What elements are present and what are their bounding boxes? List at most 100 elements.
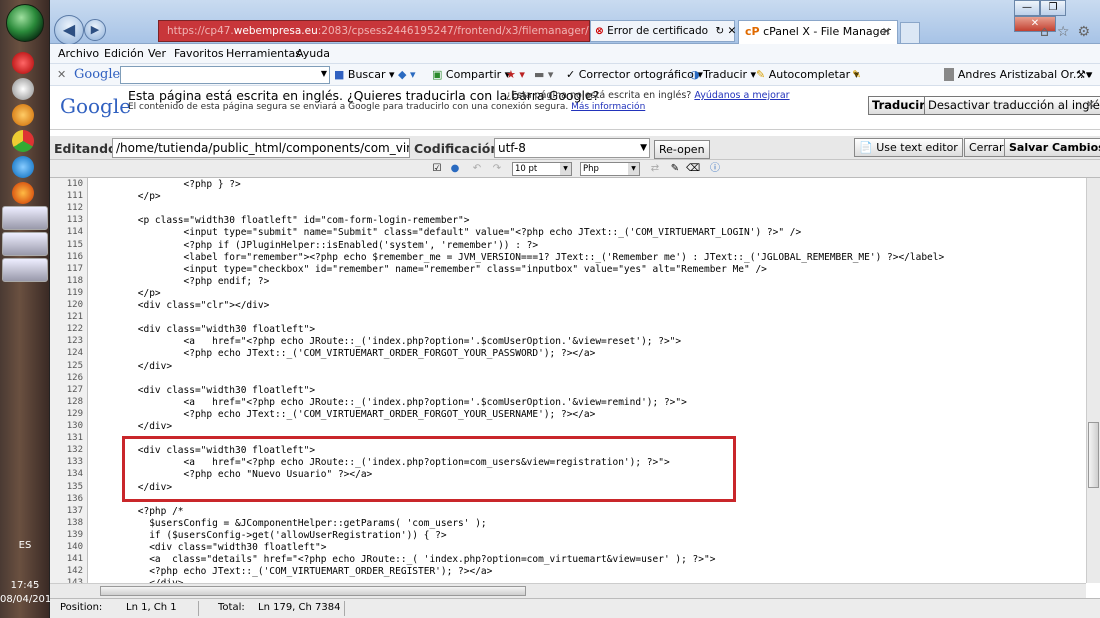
- cert-error-icon: ⊗: [595, 25, 604, 37]
- maximize-button[interactable]: ❐: [1040, 0, 1066, 16]
- line-number: 114: [66, 227, 83, 238]
- help-improve-link[interactable]: Ayúdanos a mejorar: [694, 90, 789, 101]
- share-button[interactable]: ▣ Compartir ▾: [432, 68, 510, 81]
- vertical-scroll-thumb[interactable]: [1088, 422, 1099, 488]
- horizontal-scrollbar[interactable]: [50, 583, 1086, 598]
- total-label: Total:: [218, 602, 245, 613]
- google-search-input[interactable]: ▼: [120, 66, 330, 84]
- certificate-error[interactable]: ⊗ Error de certificado ↻ ✕: [590, 20, 737, 42]
- taskbar-window-folder[interactable]: [2, 258, 48, 282]
- secure-note-text: El contenido de esta página segura se en…: [128, 102, 569, 112]
- status-divider: [198, 601, 199, 616]
- translate-bar-close-icon[interactable]: ✕: [1086, 98, 1095, 111]
- language-indicator[interactable]: ES: [0, 540, 50, 551]
- minimize-button[interactable]: —: [1014, 0, 1040, 16]
- new-tab-button[interactable]: [900, 22, 920, 44]
- file-path-field[interactable]: /home/tutienda/public_html/components/co…: [112, 138, 410, 158]
- goto-icon[interactable]: ●: [448, 162, 462, 175]
- back-button[interactable]: ◀: [54, 15, 84, 45]
- use-text-editor-button[interactable]: 📄 Use text editor: [854, 138, 963, 157]
- user-account-button[interactable]: ■ Andres Aristizabal Or... ▾: [944, 68, 1092, 81]
- taskbar-window-explorer[interactable]: [2, 232, 48, 256]
- taskbar-window-ie[interactable]: [2, 206, 48, 230]
- translate-page-button[interactable]: Traducir: [868, 96, 929, 115]
- line-number: 120: [66, 300, 83, 310]
- line-number: 117: [66, 263, 83, 274]
- code-line: <?php echo JText::_('COM_VIRTUEMART_ORDE…: [92, 348, 596, 360]
- menu-favoritos[interactable]: Favoritos: [174, 47, 224, 60]
- menu-ayuda[interactable]: Ayuda: [296, 47, 330, 60]
- line-number: 122: [66, 324, 83, 335]
- app-icon-red[interactable]: [12, 52, 34, 74]
- home-icon[interactable]: ⌂: [1040, 24, 1057, 40]
- status-bar: Position: Ln 1, Ch 1 Total: Ln 179, Ch 7…: [50, 598, 1100, 618]
- translate-label: Traducir: [703, 68, 748, 81]
- favorites-icon[interactable]: ☆: [1057, 24, 1078, 40]
- google-logo: Google: [74, 67, 121, 82]
- toolbar-close-icon[interactable]: ✕: [57, 68, 66, 81]
- horizontal-scroll-thumb[interactable]: [100, 586, 526, 596]
- code-line: <?php echo JText::_('COM_VIRTUEMART_ORDE…: [92, 566, 493, 578]
- refresh-icon[interactable]: ↻: [715, 25, 724, 37]
- menu-herramientas[interactable]: Herramientas: [226, 47, 301, 60]
- menu-ver[interactable]: Ver: [148, 47, 166, 60]
- bookmarks-icon[interactable]: ★ ▾: [506, 68, 525, 81]
- close-editor-button[interactable]: Cerrar: [964, 138, 1009, 157]
- save-changes-button[interactable]: Salvar Cambios: [1004, 138, 1100, 157]
- disable-translation-button[interactable]: Desactivar traducción al inglés: [924, 96, 1100, 115]
- find-icon[interactable]: ☑: [430, 162, 444, 175]
- app-icon-clock[interactable]: [12, 78, 34, 100]
- redo-icon[interactable]: ↷: [490, 162, 504, 175]
- dropdown-arrow-icon: ▼: [640, 143, 647, 153]
- firefox-icon[interactable]: [12, 182, 34, 204]
- app-icon-orange[interactable]: [12, 104, 34, 126]
- position-label: Position:: [60, 602, 103, 613]
- spellcheck-button[interactable]: ✓ Corrector ortográfico ▾: [566, 68, 703, 81]
- autocomplete-icon[interactable]: ✎: [668, 162, 682, 175]
- code-line: <p class="width30 floatleft" id="com-for…: [92, 215, 470, 227]
- tools-icon[interactable]: ⚙: [1077, 24, 1098, 40]
- stop-icon[interactable]: ✕: [728, 25, 737, 37]
- line-number: 110: [66, 179, 83, 189]
- help-icon[interactable]: ⓘ: [708, 162, 722, 175]
- pagerank-icon[interactable]: ▬ ▾: [534, 68, 553, 81]
- dropdown-arrow-icon: ▼: [560, 163, 571, 175]
- not-english-note: ¿Esta página no está escrita en inglés? …: [506, 90, 790, 101]
- wrench-icon[interactable]: ⚒▾: [1076, 68, 1091, 81]
- editor-header-bar: Editando: /home/tutienda/public_html/com…: [50, 136, 1100, 160]
- translate-button[interactable]: ◑ Traducir ▾: [690, 68, 756, 81]
- ie-icon[interactable]: [12, 156, 34, 178]
- autofill-label: Autocompletar: [768, 68, 851, 81]
- menu-archivo[interactable]: Archivo: [58, 47, 99, 60]
- tab-close-icon[interactable]: ✕: [882, 21, 891, 43]
- reset-icon[interactable]: ⌫: [686, 162, 700, 175]
- more-info-link[interactable]: Más información: [571, 102, 645, 112]
- forward-button[interactable]: ▶: [84, 19, 106, 41]
- search-button[interactable]: ■ Buscar ▾: [334, 68, 395, 81]
- autofill-button[interactable]: ✎ Autocompletar ▾: [756, 68, 859, 81]
- puzzle-icon[interactable]: ◆ ▾: [398, 68, 415, 81]
- font-size-select[interactable]: 10 pt ▼: [512, 162, 572, 176]
- share-label: Compartir: [445, 68, 502, 81]
- code-line: if ($usersConfig->get('allowUserRegistra…: [92, 529, 447, 541]
- chrome-icon[interactable]: [12, 130, 34, 152]
- clock-date[interactable]: 08/04/2012: [0, 594, 58, 606]
- highlighter-icon[interactable]: ✎: [852, 68, 861, 81]
- vertical-scrollbar[interactable]: [1086, 178, 1100, 583]
- line-number: 129: [66, 408, 83, 419]
- address-bar[interactable]: https://cp47.webempresa.eu:2083/cpsess24…: [158, 20, 590, 42]
- menu-edicion[interactable]: Edición: [104, 47, 144, 60]
- undo-icon[interactable]: ↶: [470, 162, 484, 175]
- highlight-toggle-icon[interactable]: ⇄: [648, 162, 662, 175]
- dropdown-arrow-icon[interactable]: ▼: [321, 69, 327, 78]
- browser-tab[interactable]: cP cPanel X - File Manager ✕: [738, 20, 898, 44]
- code-line: </div>: [92, 360, 173, 372]
- reopen-button[interactable]: Re-open: [654, 140, 710, 159]
- clock-time[interactable]: 17:45: [0, 580, 50, 592]
- code-editor[interactable]: 110 111 112 113 114 115 116 117 118 119 120 121 122 1…: [50, 178, 1086, 583]
- syntax-select[interactable]: Php ▼: [580, 162, 640, 176]
- encoding-select[interactable]: utf-8 ▼: [494, 138, 650, 158]
- secure-note: El contenido de esta página segura se en…: [128, 102, 645, 112]
- line-number: 121: [66, 312, 83, 323]
- start-button[interactable]: [6, 4, 44, 42]
